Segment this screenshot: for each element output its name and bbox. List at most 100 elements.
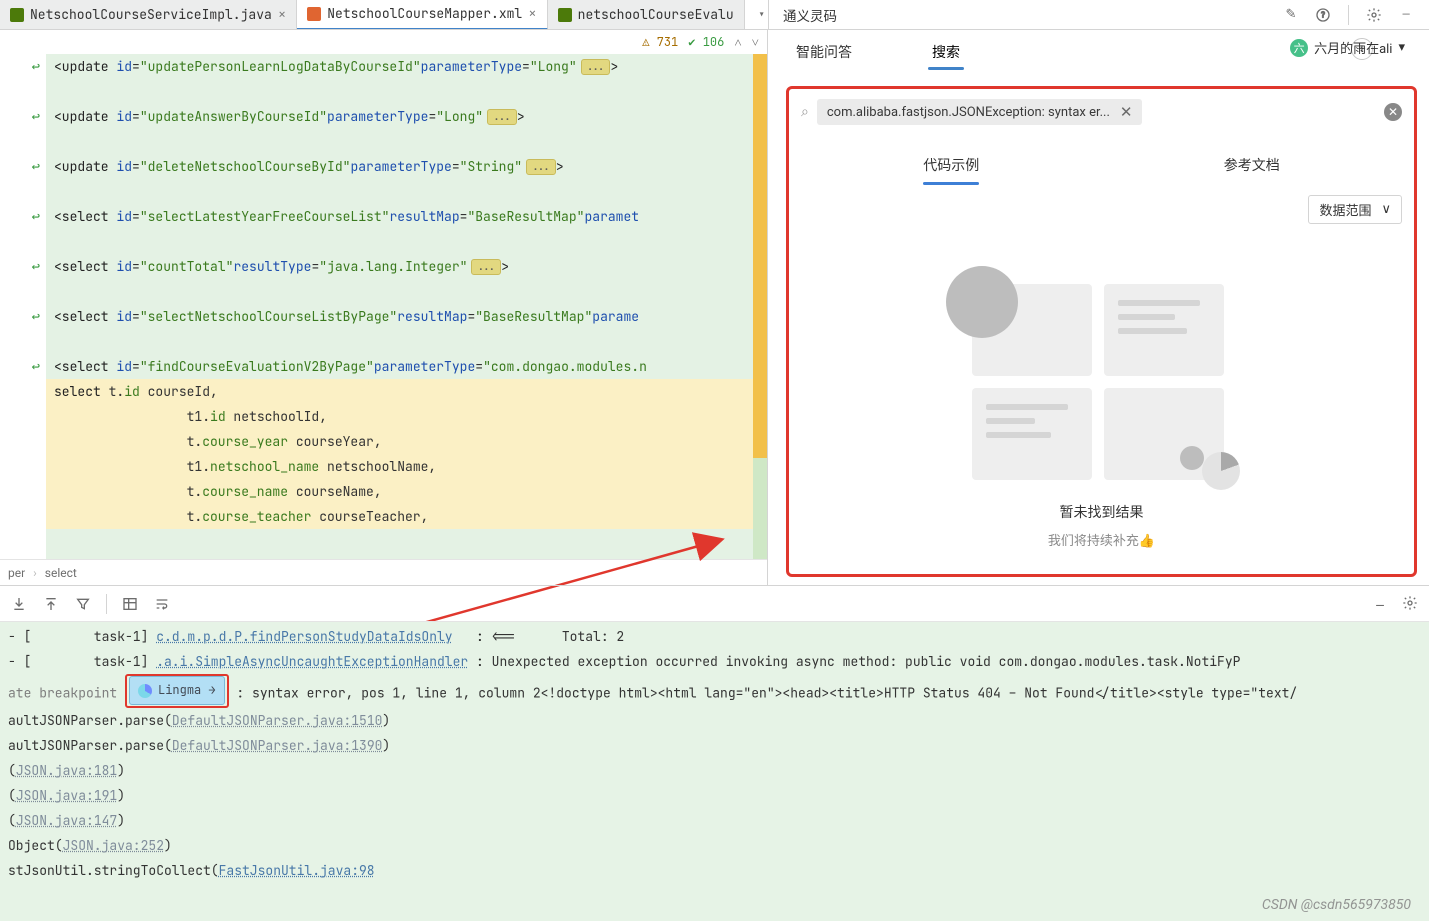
code-line[interactable]: t.course_year courseYear, [46, 429, 767, 454]
gutter-line[interactable] [0, 504, 46, 529]
search-token-text: com.alibaba.fastjson.JSONException: synt… [827, 105, 1110, 120]
gutter-line[interactable] [0, 229, 46, 254]
edit-icon[interactable]: ✎ [1282, 6, 1300, 24]
gutter-line[interactable]: ↩ [0, 104, 46, 129]
tab-evalu[interactable]: netschoolCourseEvalu [548, 0, 745, 29]
code-line[interactable]: <select id="findCourseEvaluationV2ByPage… [46, 354, 767, 379]
chevron-down-icon[interactable]: ˅ [752, 34, 759, 51]
close-icon[interactable]: ✕ [1120, 103, 1133, 121]
gutter-line[interactable]: ↩ [0, 354, 46, 379]
gutter-line[interactable] [0, 179, 46, 204]
chevron-up-icon[interactable]: ˄ [734, 34, 741, 51]
gutter-line[interactable] [0, 429, 46, 454]
code-line[interactable] [46, 179, 767, 204]
chevron-down-icon[interactable]: ∨ [1381, 202, 1391, 217]
scope-selector[interactable]: 数据范围 ∨ [1308, 195, 1402, 224]
nav-arrow-icon[interactable]: ↩ [32, 108, 40, 126]
code-line[interactable] [46, 329, 767, 354]
gutter-line[interactable] [0, 329, 46, 354]
wrap-icon[interactable] [153, 595, 171, 613]
user-menu[interactable]: 六 六月的雨在ali ▾ [1284, 36, 1411, 59]
lingma-pill[interactable]: Lingma → [129, 676, 225, 705]
stack-frame[interactable]: (JSON.java:147) [8, 808, 1429, 833]
gutter-line[interactable] [0, 404, 46, 429]
gutter-line[interactable] [0, 279, 46, 304]
download-icon[interactable] [10, 595, 28, 613]
code-line[interactable]: <select id="selectLatestYearFreeCourseLi… [46, 204, 767, 229]
lingma-title: 通义灵码 [783, 5, 837, 25]
avatar: 六 [1290, 39, 1308, 57]
close-icon[interactable]: × [528, 5, 536, 23]
code-line[interactable] [46, 129, 767, 154]
code-line[interactable]: <update id="updatePersonLearnLogDataByCo… [46, 54, 767, 79]
code-line[interactable] [46, 279, 767, 304]
code-line[interactable]: t.course_name courseName, [46, 479, 767, 504]
search-input[interactable] [1150, 105, 1376, 120]
code-line[interactable]: select t.id courseId, [46, 379, 767, 404]
stack-frame[interactable]: aultJSONParser.parse(DefaultJSONParser.j… [8, 733, 1429, 758]
gutter-line[interactable] [0, 379, 46, 404]
java-file-icon [10, 8, 24, 22]
lingma-tab-qa[interactable]: 智能问答 [792, 34, 856, 70]
gutter-line[interactable]: ↩ [0, 154, 46, 179]
close-icon[interactable]: × [278, 6, 286, 24]
stack-frame[interactable]: (JSON.java:191) [8, 783, 1429, 808]
tabs-overflow-chevron-icon[interactable]: ▾ [753, 6, 768, 24]
code-line[interactable]: <select id="countTotal" resultType="java… [46, 254, 767, 279]
search-icon[interactable]: ⌕ [801, 104, 809, 120]
search-token[interactable]: com.alibaba.fastjson.JSONException: synt… [817, 99, 1143, 125]
code-line[interactable]: <select id="selectNetschoolCourseListByP… [46, 304, 767, 329]
code-line[interactable]: t1.id netschoolId, [46, 404, 767, 429]
minimize-icon[interactable]: — [1371, 596, 1389, 614]
xml-file-icon [307, 7, 321, 21]
gutter-line[interactable]: ↩ [0, 304, 46, 329]
code-line[interactable]: t1.netschool_name netschoolName, [46, 454, 767, 479]
gutter-line[interactable]: ↩ [0, 54, 46, 79]
lingma-tab-search[interactable]: 搜索 [928, 34, 964, 70]
nav-arrow-icon[interactable]: ↩ [32, 158, 40, 176]
tab-mapper-xml[interactable]: NetschoolCourseMapper.xml × [297, 0, 547, 29]
xml-file-icon [558, 8, 572, 22]
upload-icon[interactable] [42, 595, 60, 613]
gutter-line[interactable] [0, 454, 46, 479]
gutter-line[interactable]: ↩ [0, 204, 46, 229]
code-line[interactable] [46, 79, 767, 104]
warning-count[interactable]: ⚠ 731 [642, 34, 678, 50]
code-line[interactable]: t.course_teacher courseTeacher, [46, 504, 767, 529]
nav-arrow-icon[interactable]: ↩ [32, 58, 40, 76]
minimize-icon[interactable]: — [1397, 6, 1415, 24]
filter-icon[interactable] [74, 595, 92, 613]
typo-count[interactable]: ✔ 106 [688, 34, 724, 50]
gutter-line[interactable] [0, 79, 46, 104]
nav-arrow-icon[interactable]: ↩ [32, 258, 40, 276]
stack-frame[interactable]: (JSON.java:181) [8, 758, 1429, 783]
nav-arrow-icon[interactable]: ↩ [32, 358, 40, 376]
code-editor[interactable]: ↩ ↩ ↩ ↩ ↩ ↩ ↩ <update id="updatePersonLearnLog… [0, 54, 767, 559]
nav-arrow-icon[interactable]: ↩ [32, 208, 40, 226]
log-line: - [ task-1] c.d.m.p.d.P.findPersonStudyD… [8, 624, 1429, 649]
inner-tab-reference-docs[interactable]: 参考文档 [1224, 149, 1280, 181]
stack-frame[interactable]: stJsonUtil.stringToCollect(FastJsonUtil.… [8, 858, 1429, 883]
gutter-line[interactable] [0, 479, 46, 504]
inner-tab-code-examples[interactable]: 代码示例 [923, 149, 979, 181]
help-icon[interactable]: ? [1314, 6, 1332, 24]
breadcrumb-item[interactable]: per [8, 566, 25, 580]
table-icon[interactable] [121, 595, 139, 613]
code-line[interactable]: <update id="deleteNetschoolCourseById" p… [46, 154, 767, 179]
console-log[interactable]: - [ task-1] c.d.m.p.d.P.findPersonStudyD… [0, 622, 1429, 921]
clear-all-icon[interactable]: ✕ [1384, 103, 1402, 121]
nav-arrow-icon[interactable]: ↩ [32, 308, 40, 326]
gutter-line[interactable] [0, 129, 46, 154]
gear-icon[interactable] [1365, 6, 1383, 24]
breadcrumb[interactable]: per › select [0, 559, 767, 585]
annotation-highlight: Lingma → [125, 674, 229, 708]
gear-icon[interactable] [1401, 594, 1419, 612]
tab-service-impl[interactable]: NetschoolCourseServiceImpl.java × [0, 0, 297, 29]
gutter-line[interactable]: ↩ [0, 254, 46, 279]
stack-frame[interactable]: aultJSONParser.parse(DefaultJSONParser.j… [8, 708, 1429, 733]
code-line[interactable] [46, 229, 767, 254]
breadcrumb-item[interactable]: select [45, 566, 77, 580]
chevron-down-icon[interactable]: ▾ [1398, 40, 1405, 55]
stack-frame[interactable]: Object(JSON.java:252) [8, 833, 1429, 858]
code-line[interactable]: <update id="updateAnswerByCourseId" para… [46, 104, 767, 129]
